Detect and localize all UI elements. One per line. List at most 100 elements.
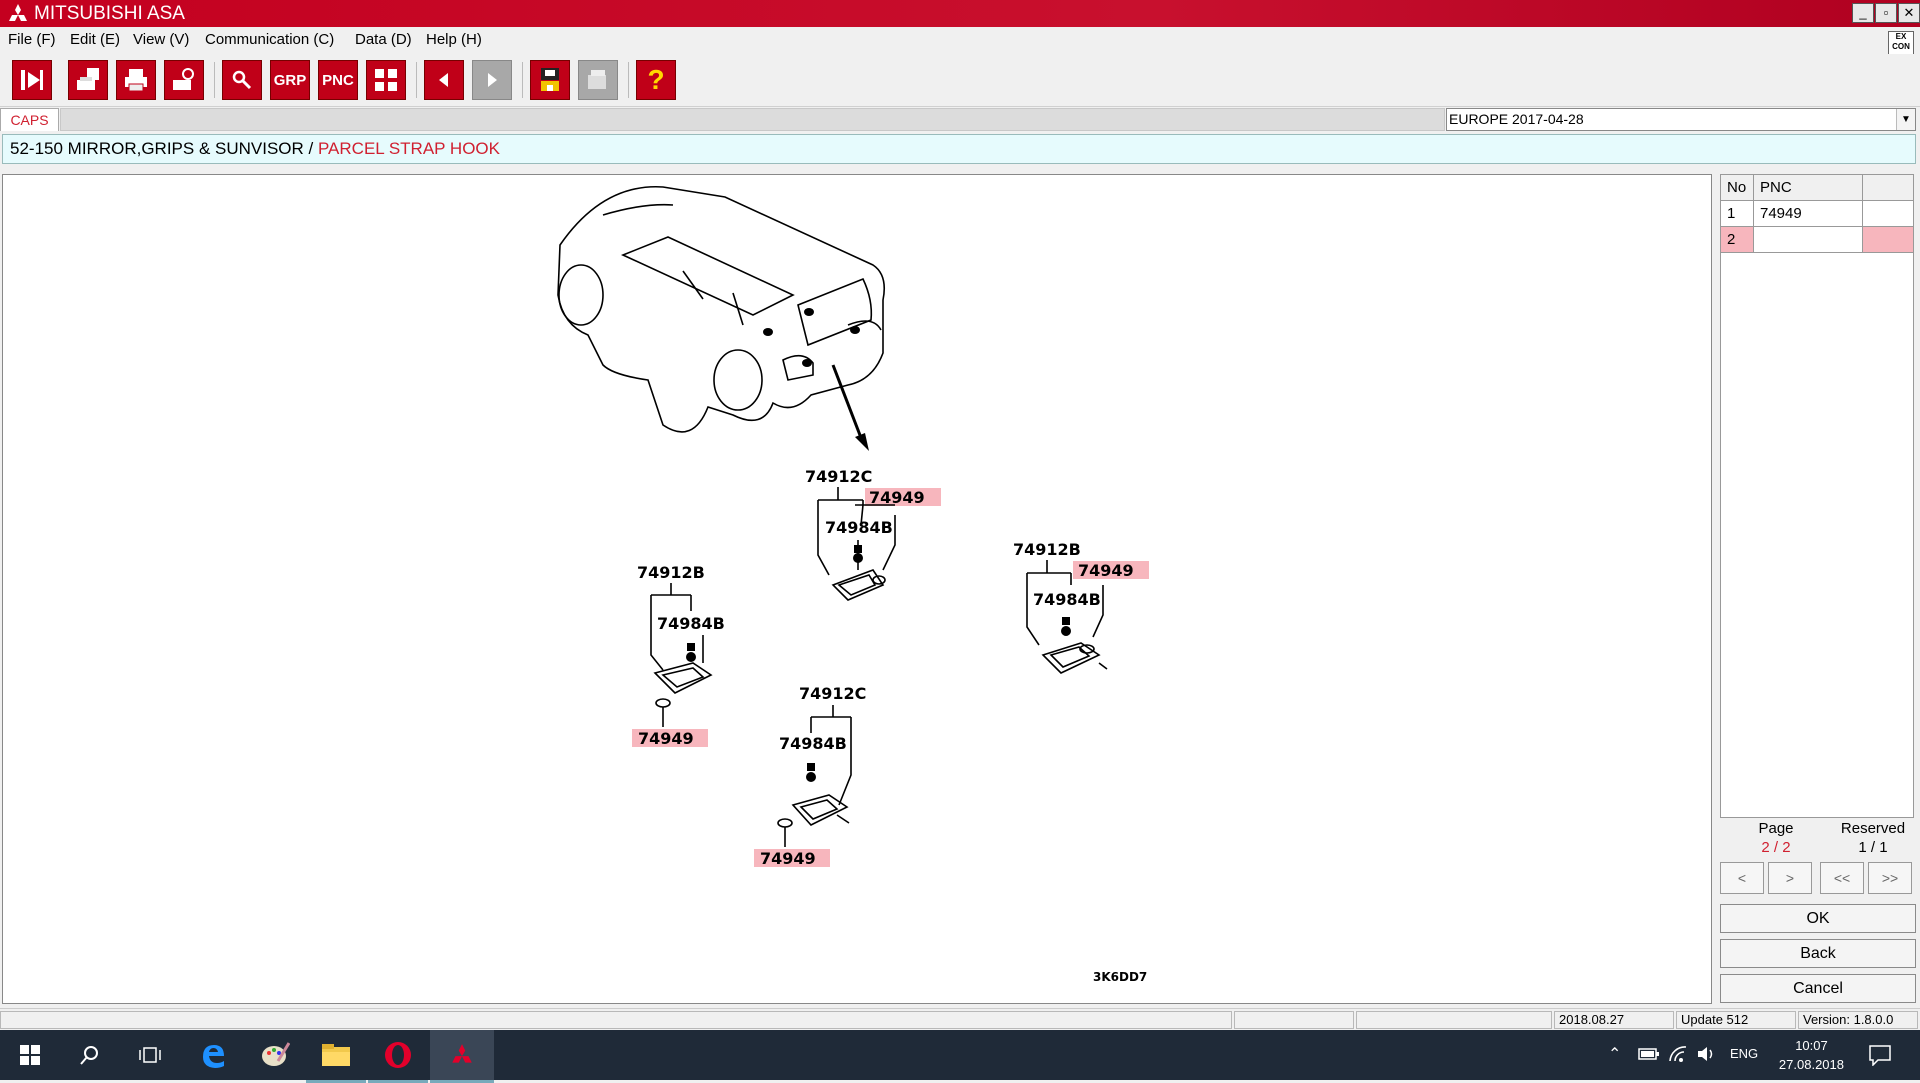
close-button[interactable]: ✕ [1898, 3, 1920, 23]
status-bar: 2018.08.27 Update 512 Version: 1.8.0.0 [0, 1008, 1920, 1031]
task-view-icon [139, 1047, 161, 1063]
search-icon [80, 1046, 98, 1065]
minimize-button[interactable]: _ [1852, 3, 1874, 23]
part-label: 74912B [1013, 540, 1081, 559]
printer-icon [125, 69, 147, 92]
column-header-extra [1862, 174, 1914, 201]
toolbar-separator [416, 62, 417, 98]
row-no: 2 [1720, 226, 1754, 253]
arrow-left-icon [439, 73, 448, 87]
status-date: 2018.08.27 [1554, 1011, 1674, 1029]
start-button[interactable] [0, 1030, 60, 1080]
pnc-label: 74949 [869, 488, 925, 507]
status-cell [0, 1011, 1232, 1029]
part-label: 74984B [779, 734, 847, 753]
zoom-button[interactable] [222, 60, 262, 100]
table-row[interactable]: 2 [1720, 226, 1914, 253]
reserved-value: 1 / 1 [1858, 839, 1888, 856]
previous-button[interactable] [424, 60, 464, 100]
menu-help[interactable]: Help (H) [426, 31, 482, 48]
input-language[interactable]: ENG [1730, 1046, 1758, 1061]
status-version: Version: 1.8.0.0 [1798, 1011, 1918, 1029]
pnc-label: 74949 [760, 849, 816, 868]
explorer-taskbar-button[interactable] [306, 1030, 366, 1083]
volume-icon[interactable] [1696, 1045, 1718, 1063]
wifi-icon[interactable] [1668, 1045, 1688, 1063]
tab-row: CAPS EUROPE 2017-04-28 ▼ [0, 108, 1920, 132]
part-label: 74912C [799, 684, 866, 703]
open-folder-icon [588, 70, 606, 89]
folder-icon [322, 1044, 350, 1066]
asa-taskbar-button[interactable] [430, 1030, 494, 1083]
grid-view-button[interactable] [366, 60, 406, 100]
exit-button[interactable] [12, 60, 52, 100]
print-screen-button[interactable] [68, 60, 108, 100]
print-button[interactable] [116, 60, 156, 100]
row-no: 1 [1720, 200, 1754, 227]
menu-bar: File (F) Edit (E) View (V) Communication… [0, 27, 1920, 54]
windows-icon [20, 1045, 40, 1065]
search-button[interactable] [60, 1030, 120, 1080]
exit-door-icon [21, 70, 43, 90]
toolbar: GRP PNC ? [0, 54, 1920, 107]
breadcrumb: 52-150 MIRROR,GRIPS & SUNVISOR / PARCEL … [2, 134, 1916, 164]
help-button[interactable]: ? [636, 60, 676, 100]
task-view-button[interactable] [120, 1030, 180, 1080]
menu-view[interactable]: View (V) [133, 31, 189, 48]
table-row[interactable]: 1 74949 [1720, 200, 1914, 227]
region-select[interactable]: EUROPE 2017-04-28 ▼ [1446, 108, 1916, 131]
page-next-button[interactable]: > [1768, 862, 1812, 894]
page-last-button[interactable]: >> [1868, 862, 1912, 894]
menu-file[interactable]: File (F) [8, 31, 56, 48]
column-header-pnc[interactable]: PNC [1753, 174, 1863, 201]
breadcrumb-current: PARCEL STRAP HOOK [317, 139, 500, 158]
edge-taskbar-button[interactable] [183, 1030, 243, 1080]
illustration-code: 3K6DD7 [1093, 970, 1147, 984]
reserved-label: Reserved [1840, 820, 1906, 837]
tab-strip [60, 108, 1445, 131]
ok-button[interactable]: OK [1720, 904, 1916, 933]
menu-edit[interactable]: Edit (E) [70, 31, 120, 48]
window-title: MITSUBISHI ASA [34, 3, 185, 24]
menu-data[interactable]: Data (D) [355, 31, 412, 48]
excon-icon[interactable]: EX CON [1888, 31, 1914, 55]
column-header-no[interactable]: No [1720, 174, 1754, 201]
opera-taskbar-button[interactable] [368, 1030, 428, 1083]
part-group-c: 74912B 74949 74984B [1013, 540, 1149, 674]
cancel-button[interactable]: Cancel [1720, 974, 1916, 1003]
region-value: EUROPE 2017-04-28 [1449, 111, 1584, 127]
parts-diagram[interactable]: 74912C 74949 74984B 74912B 74984B 74949 [2, 174, 1712, 1004]
battery-icon[interactable] [1638, 1047, 1660, 1061]
page-prev-button[interactable]: < [1720, 862, 1764, 894]
menu-communication[interactable]: Communication (C) [205, 31, 334, 48]
grp-button[interactable]: GRP [270, 60, 310, 100]
part-group-a: 74912C 74949 74984B [805, 467, 941, 601]
part-label: 74912B [637, 563, 705, 582]
chevron-down-icon[interactable]: ▼ [1896, 109, 1915, 130]
tab-caps[interactable]: CAPS [0, 108, 59, 131]
pnc-list [1720, 174, 1914, 818]
open-button[interactable] [578, 60, 618, 100]
print-preview-button[interactable] [164, 60, 204, 100]
save-disk-icon [541, 68, 559, 91]
page-first-button[interactable]: << [1820, 862, 1864, 894]
chevron-up-icon[interactable]: ⌃ [1608, 1044, 1621, 1064]
page-value: 2 / 2 [1761, 839, 1791, 856]
save-button[interactable] [530, 60, 570, 100]
pnc-button[interactable]: PNC [318, 60, 358, 100]
part-label: 74984B [825, 518, 893, 537]
clock[interactable]: 10:07 27.08.2018 [1779, 1036, 1844, 1074]
back-button[interactable]: Back [1720, 939, 1916, 968]
breadcrumb-group[interactable]: 52-150 MIRROR,GRIPS & SUNVISOR / [10, 139, 318, 158]
notification-icon[interactable] [1868, 1044, 1892, 1066]
car-outline-icon [557, 185, 886, 433]
row-pnc [1753, 226, 1863, 253]
status-update: Update 512 [1676, 1011, 1796, 1029]
arrow-right-icon [488, 73, 497, 87]
parts-illustration: 74912C 74949 74984B 74912B 74984B 74949 [557, 185, 1149, 984]
paint-taskbar-button[interactable] [245, 1030, 305, 1080]
restore-button[interactable]: ▫ [1875, 3, 1897, 23]
status-cell [1234, 1011, 1354, 1029]
next-button[interactable] [472, 60, 512, 100]
row-extra [1862, 226, 1914, 253]
